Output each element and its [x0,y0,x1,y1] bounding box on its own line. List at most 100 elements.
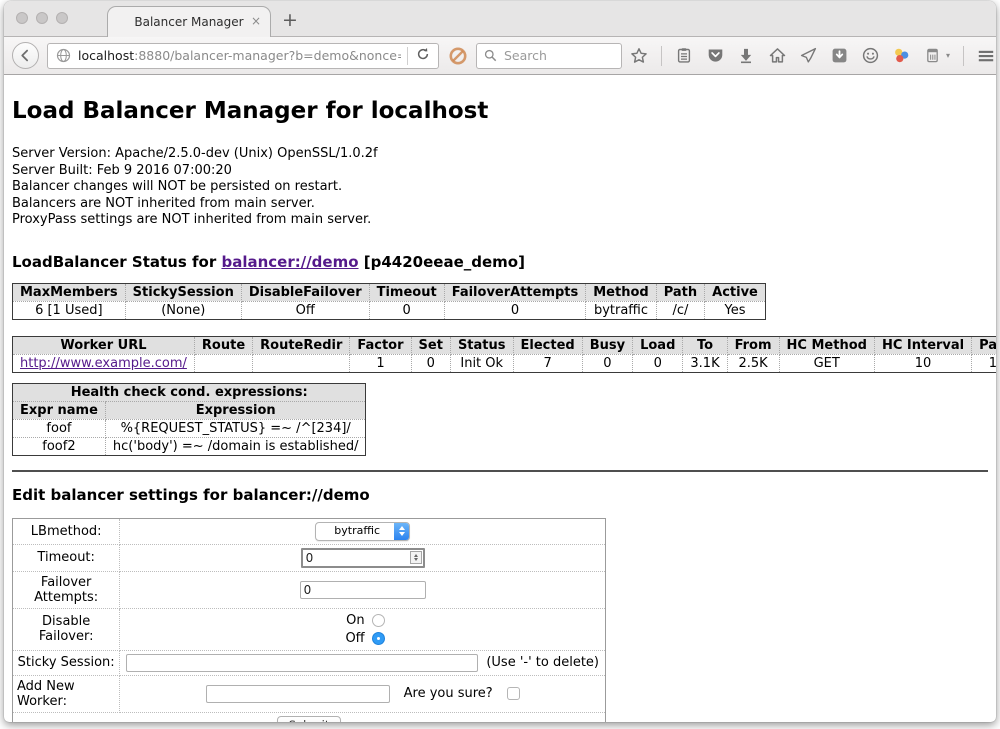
bookmark-star-icon[interactable] [630,47,648,65]
server-info: Server Version: Apache/2.5.0-dev (Unix) … [12,146,988,229]
table-cell: Init Ok [450,354,513,372]
window-controls [16,12,68,24]
reload-icon[interactable] [414,47,432,65]
balancer-demo-link[interactable]: balancer://demo [221,253,358,271]
navigation-toolbar: localhost:8880/balancer-manager?b=demo&n… [4,37,996,75]
worker-url-link[interactable]: http://www.example.com/ [20,356,187,371]
search-input[interactable] [502,47,615,64]
table-title: Health check cond. expressions: [13,383,366,401]
search-bar[interactable] [476,43,622,69]
worker-table: Worker URLRouteRouteRedirFactorSetStatus… [12,336,996,373]
browser-window: Balancer Manager × + localhost:8880/bala… [4,1,996,722]
new-tab-button[interactable]: + [282,9,298,31]
close-window-button[interactable] [16,12,28,24]
table-cell: 1 [350,354,411,372]
failover-off-radio[interactable] [372,632,385,645]
table-cell: http://www.example.com/ [13,354,195,372]
pocket-icon[interactable] [706,47,724,65]
table-row: http://www.example.com/10Init Ok7003.1K2… [13,354,997,372]
timeout-input[interactable] [301,548,425,568]
column-header: FailoverAttempts [444,283,586,301]
column-header: HC Interval [874,336,971,354]
select-stepper-icon [394,523,409,540]
container-panel-icon[interactable] [923,47,941,65]
column-header: Busy [582,336,632,354]
chevron-down-icon[interactable]: ▾ [946,51,950,60]
section-divider [12,470,988,472]
table-cell: %{REQUEST_STATUS} =~ /^[234]/ [105,419,366,437]
table-cell: Yes [705,301,766,319]
submit-button[interactable]: Submit [277,716,342,723]
loadbalancer-status-heading: LoadBalancer Status for balancer://demo … [12,253,988,271]
radio-off-label: Off [341,631,365,646]
feedback-smiley-icon[interactable] [861,47,879,65]
back-button[interactable] [12,42,39,69]
table-cell [253,354,350,372]
reading-list-icon[interactable] [675,47,693,65]
number-spinner-icon[interactable] [410,551,422,564]
column-header: Passes [972,336,996,354]
tab-balancer-manager[interactable]: Balancer Manager × [107,6,271,37]
table-cell: 6 [1 Used] [13,301,126,319]
sticky-session-hint: (Use '-' to delete) [486,655,599,670]
column-header: Path [656,283,704,301]
column-header: StickySession [125,283,241,301]
failover-attempts-input[interactable] [300,581,426,599]
downloads-arrow-icon[interactable] [737,47,755,65]
table-row: foof2hc('body') =~ /domain is establishe… [13,437,366,455]
lbmethod-label: LBmethod: [13,518,120,544]
colored-dots-icon[interactable] [892,47,910,65]
are-you-sure-checkbox[interactable] [507,687,520,700]
notice-proxypass: ProxyPass settings are NOT inherited fro… [12,212,988,229]
lbmethod-select[interactable]: bytraffic [315,522,410,541]
server-version: Server Version: Apache/2.5.0-dev (Unix) … [12,146,988,163]
globe-icon[interactable] [54,47,72,65]
table-row: foof%{REQUEST_STATUS} =~ /^[234]/ [13,419,366,437]
page-content: Load Balancer Manager for localhost Serv… [4,75,996,712]
notice-balancers: Balancers are NOT inherited from main se… [12,196,988,213]
failover-attempts-label: Failover Attempts: [13,571,120,608]
table-cell: 0 [633,354,683,372]
failover-attempts-row: Failover Attempts: [13,571,606,608]
tab-title: Balancer Manager [134,15,243,29]
add-worker-row: Add New Worker: Are you sure? [13,675,606,712]
sticky-session-label: Sticky Session: [13,650,120,675]
table-cell: 1 (0) [972,354,996,372]
minimize-window-button[interactable] [36,12,48,24]
column-header: Expr name [13,401,106,419]
tab-bar: Balancer Manager × + [4,1,996,37]
sticky-session-input[interactable] [126,654,478,672]
timeout-label: Timeout: [13,544,120,571]
table-cell [194,354,252,372]
add-worker-label: Add New Worker: [13,675,120,712]
table-cell: GET [779,354,874,372]
send-share-icon[interactable] [799,47,817,65]
add-worker-input[interactable] [206,685,390,703]
disable-failover-row: Disable Failover: On Off [13,608,606,650]
close-tab-icon[interactable]: × [251,14,261,28]
toolbar-separator-2 [963,46,964,66]
urlbar-separator [407,47,408,65]
hamburger-menu-icon[interactable] [977,47,995,65]
column-header: From [727,336,779,354]
image-block-icon[interactable] [447,45,468,66]
table-cell: 2.5K [727,354,779,372]
table-cell: /c/ [656,301,704,319]
column-header: To [683,336,727,354]
column-header: Method [586,283,656,301]
disable-failover-label: Disable Failover: [13,608,120,650]
notice-persist: Balancer changes will NOT be persisted o… [12,179,988,196]
column-header: MaxMembers [13,283,126,301]
column-header: HC Method [779,336,874,354]
timeout-row: Timeout: [13,544,606,571]
download-panel-icon[interactable] [830,47,848,65]
table-cell: 0 [444,301,586,319]
table-cell: foof2 [13,437,106,455]
failover-on-radio[interactable] [372,614,385,627]
submit-row: Submit [13,712,606,722]
home-icon[interactable] [768,47,786,65]
table-row: 6 [1 Used](None)Off00bytraffic/c/Yes [13,301,766,319]
column-header: Worker URL [13,336,195,354]
zoom-window-button[interactable] [56,12,68,24]
url-bar[interactable]: localhost:8880/balancer-manager?b=demo&n… [47,43,439,69]
